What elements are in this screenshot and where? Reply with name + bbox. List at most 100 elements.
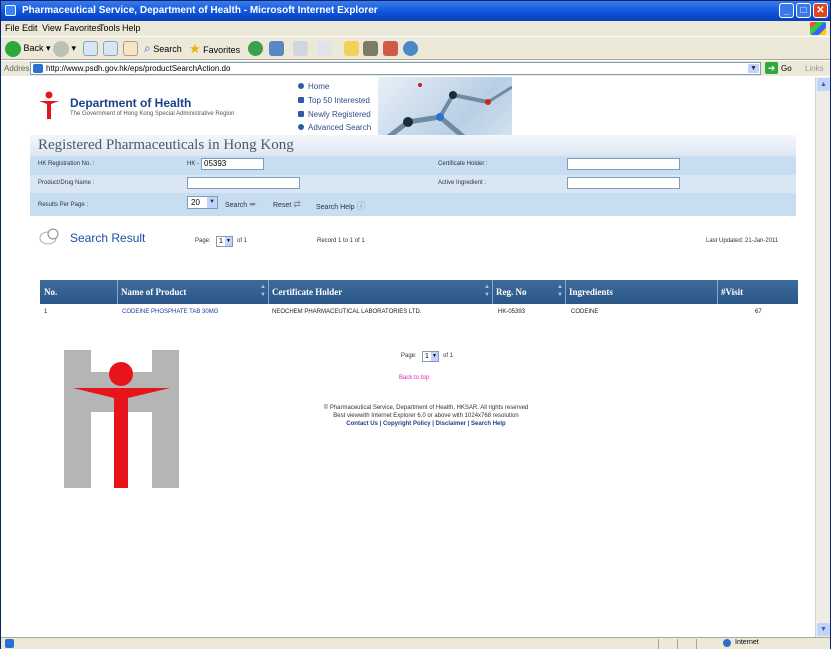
globe-icon [298, 83, 304, 89]
favorites-button[interactable]: ★ Favorites [189, 40, 240, 57]
star-icon: ★ [189, 41, 201, 56]
page-of: of 1 [237, 238, 248, 244]
scroll-down-icon[interactable]: ▼ [817, 623, 830, 636]
contacts-icon[interactable] [403, 41, 418, 56]
home-icon[interactable] [123, 41, 138, 56]
ie-icon [5, 5, 16, 16]
links-button[interactable]: Links [805, 64, 824, 73]
copyright-text: © Pharmaceutical Service, Department of … [323, 405, 529, 411]
status-separator [696, 639, 697, 649]
department-logo-icon [39, 91, 59, 119]
cell-product-link[interactable]: CODEINE PHOSPHATE TAB 30MG [122, 309, 218, 315]
search-result-title: Search Result [70, 231, 146, 245]
dropdown-arrow-icon: ▼ [431, 352, 438, 361]
cell-ingredients: CODEINE [571, 309, 599, 315]
refresh-icon[interactable] [103, 41, 118, 56]
sort-arrows-icon[interactable]: ▲ ▼ [484, 283, 490, 299]
page-label: Page: [195, 238, 211, 244]
help-icon: ⓘ [356, 201, 366, 211]
address-dropdown-icon[interactable]: ▼ [748, 64, 759, 73]
form-row-2: Product/Drug Name : Active Ingredient : [30, 175, 796, 193]
page-icon [33, 64, 43, 73]
col-holder[interactable]: Certificate Holder ▲ ▼ [269, 280, 493, 304]
stop-icon[interactable] [83, 41, 98, 56]
reset-button[interactable]: Reset ⇄ [273, 199, 301, 210]
footer-page-label: Page: [401, 353, 417, 359]
minimize-button[interactable]: _ [779, 3, 794, 18]
edit-icon[interactable] [317, 41, 332, 56]
browser-window: Pharmaceutical Service, Department of He… [0, 0, 831, 649]
certificate-holder-input[interactable] [567, 158, 680, 170]
cell-visits: 67 [755, 309, 762, 315]
table-header: No. Name of Product ▲ ▼ Certificate Holder… [40, 280, 798, 304]
back-button[interactable]: Back ▾ [5, 40, 51, 57]
cell-no: 1 [44, 309, 48, 315]
internet-globe-icon [723, 639, 731, 647]
menu-view[interactable]: View [42, 23, 61, 33]
search-help-button[interactable]: Search Help ⓘ [316, 199, 366, 212]
search-submit-button[interactable]: Search ➨ [225, 199, 257, 210]
page-status-icon [5, 639, 14, 648]
department-subtitle: The Government of Hong Kong Special Admi… [70, 111, 235, 117]
col-reg-no[interactable]: Reg. No ▲ ▼ [493, 280, 566, 304]
title-bar: Pharmaceutical Service, Department of He… [1, 1, 830, 21]
col-product[interactable]: Name of Product ▲ ▼ [118, 280, 269, 304]
status-bar: Internet [1, 637, 830, 649]
print-icon[interactable] [293, 41, 308, 56]
menu-edit[interactable]: Edit [22, 23, 38, 33]
menu-favorites[interactable]: Favorites [64, 23, 101, 33]
go-button[interactable]: Go [781, 64, 792, 73]
reg-no-input[interactable]: 05393 [201, 158, 264, 170]
footer-page-of: of 1 [443, 353, 454, 359]
col-ingredients: Ingredients [566, 280, 718, 304]
department-name: Department of Health [70, 96, 192, 110]
status-separator [658, 639, 659, 649]
address-bar: Address http://www.psdh.gov.hk/eps/produ… [1, 61, 830, 76]
menu-tools[interactable]: Tools [99, 23, 120, 33]
address-input[interactable]: http://www.psdh.gov.hk/eps/productSearch… [30, 62, 761, 75]
reg-no-label: HK Registration No. : [38, 161, 95, 167]
page-content: Department of Health The Government of H… [1, 77, 830, 637]
results-per-page-select[interactable]: 20 ▼ [187, 196, 218, 209]
vertical-scrollbar[interactable]: ▲ ▼ [815, 77, 830, 637]
address-label: Address [4, 64, 34, 73]
last-updated: Last Updated: 21-Jan-2011 [706, 238, 779, 244]
col-no: No. [40, 280, 118, 304]
search-icon: ⌕ [144, 41, 151, 55]
cell-holder: NEOCHEM PHARMACEUTICAL LABORATORIES LTD. [272, 309, 422, 315]
folder-icon[interactable] [344, 41, 359, 56]
window-title: Pharmaceutical Service, Department of He… [22, 5, 378, 16]
active-ingredient-input[interactable] [567, 177, 680, 189]
go-arrow-icon[interactable]: ➜ [765, 62, 778, 74]
menu-file[interactable]: File [5, 23, 20, 33]
product-name-input[interactable] [187, 177, 300, 189]
sort-arrows-icon[interactable]: ▲ ▼ [260, 283, 266, 299]
results-per-page-label: Results Per Page : [38, 202, 89, 208]
grid-icon [298, 111, 304, 117]
back-to-top-link[interactable]: Back to top [399, 375, 429, 381]
resolution-note: Best viewwith Internet Explorer 6.0 or a… [333, 413, 519, 419]
scroll-up-icon[interactable]: ▲ [817, 78, 830, 91]
dropdown-arrow-icon: ▼ [207, 197, 217, 208]
footer-links[interactable]: Contact Us | Copyright Policy | Disclaim… [301, 421, 551, 427]
messenger-icon[interactable] [383, 41, 398, 56]
search-form: HK Registration No. : HK - 05393 Certifi… [30, 156, 796, 216]
toolbar: Back ▾ ▾ ⌕ Search ★ Favorites [1, 36, 830, 60]
arrow-right-icon: ➨ [249, 199, 257, 209]
page-select[interactable]: 1 ▼ [216, 236, 233, 247]
history-icon[interactable] [248, 41, 263, 56]
mail-icon[interactable] [269, 41, 284, 56]
menu-help[interactable]: Help [122, 23, 141, 33]
sort-arrows-icon[interactable]: ▲ ▼ [557, 283, 563, 299]
col-visit: #Visit [721, 287, 744, 297]
security-zone: Internet [735, 639, 759, 646]
search-button[interactable]: ⌕ Search [144, 40, 182, 57]
footer-page-select[interactable]: 1 ▼ [422, 351, 439, 362]
research-icon[interactable] [363, 41, 378, 56]
forward-button[interactable]: ▾ [53, 40, 76, 57]
close-button[interactable]: ✕ [813, 3, 828, 18]
form-row-1: HK Registration No. : HK - 05393 Certifi… [30, 156, 796, 174]
maximize-button[interactable]: □ [796, 3, 811, 18]
cell-reg-no: HK-05393 [498, 309, 526, 315]
department-logo-large-icon [64, 350, 179, 488]
